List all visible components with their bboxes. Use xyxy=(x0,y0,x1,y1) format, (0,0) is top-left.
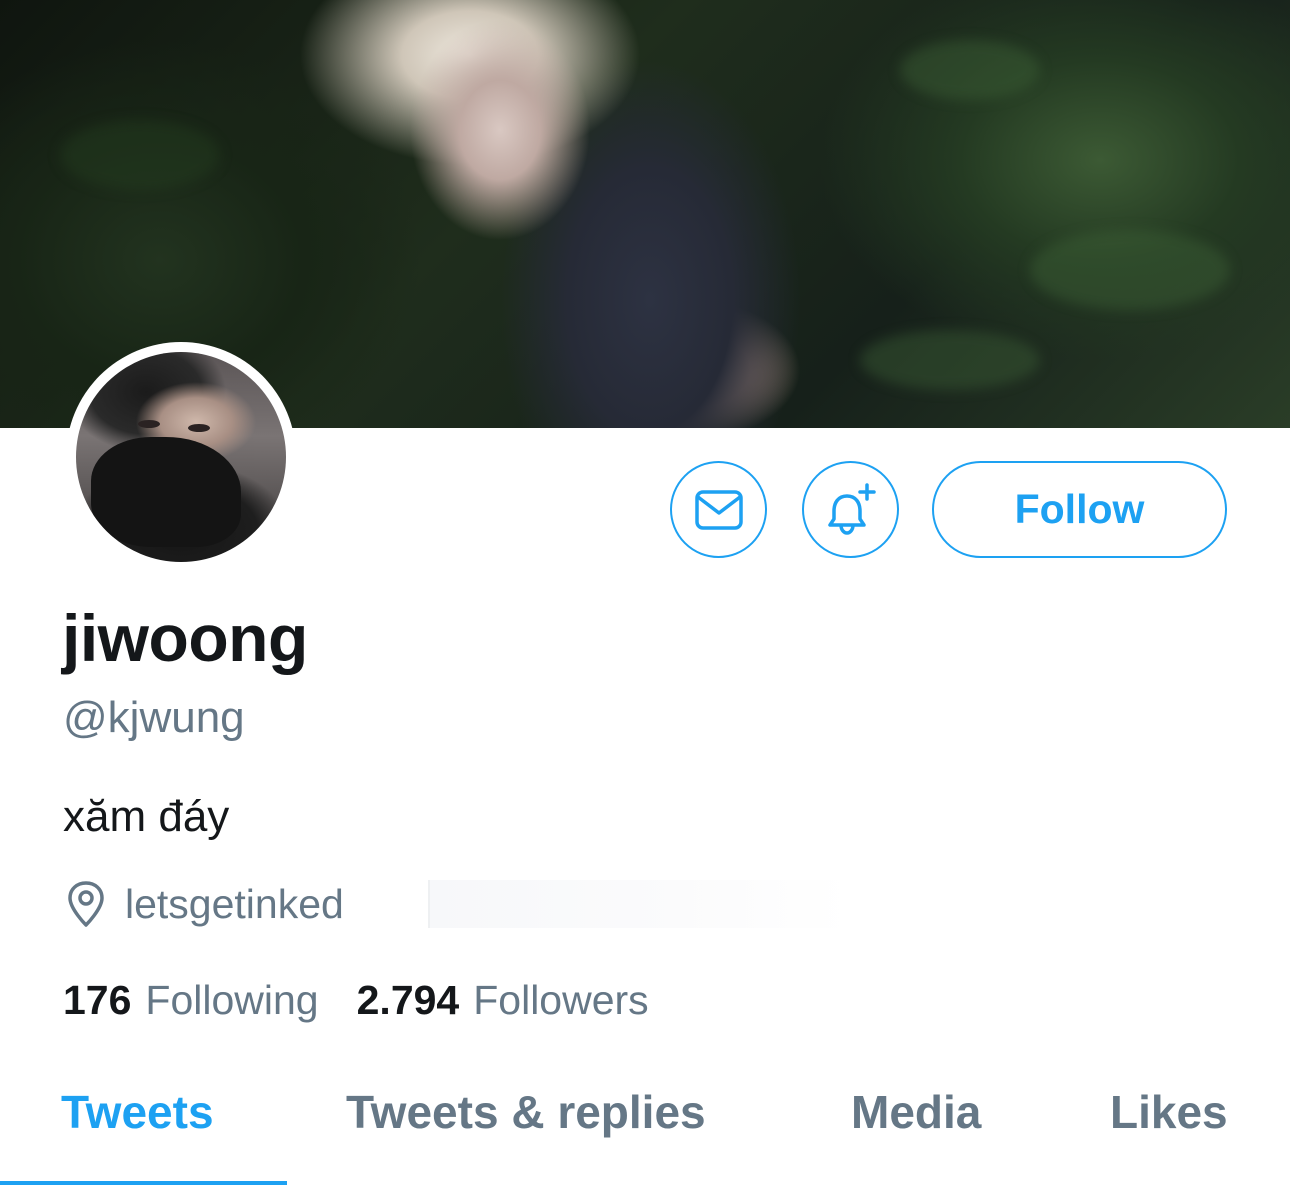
bell-plus-icon xyxy=(827,482,876,535)
mail-icon xyxy=(694,489,743,530)
profile-avatar[interactable] xyxy=(66,342,296,572)
tab-tweets[interactable]: Tweets xyxy=(61,1085,214,1139)
following-stat[interactable]: 176 Following xyxy=(63,977,319,1024)
profile-bio: xăm đáy xyxy=(63,792,230,841)
profile-location: letsgetinked xyxy=(63,876,344,932)
followers-stat[interactable]: 2.794 Followers xyxy=(357,977,649,1024)
message-button[interactable] xyxy=(670,461,767,558)
location-pin-icon xyxy=(63,879,109,929)
followers-count: 2.794 xyxy=(356,976,460,1023)
banner-foliage xyxy=(860,330,1040,390)
profile-page: Follow jiwoong @kjwung xăm đáy letsgetin… xyxy=(0,0,1290,1185)
following-count: 176 xyxy=(63,976,132,1023)
banner-foliage xyxy=(60,120,220,190)
following-label: Following xyxy=(145,976,319,1023)
avatar-detail xyxy=(188,424,210,432)
redacted-area xyxy=(428,880,850,928)
avatar-detail xyxy=(138,420,160,428)
profile-tabs: Tweets Tweets & replies Media Likes xyxy=(0,1055,1290,1185)
location-text: letsgetinked xyxy=(125,880,344,927)
banner-foliage xyxy=(900,40,1040,100)
tab-media[interactable]: Media xyxy=(851,1085,981,1139)
tab-tweets-and-replies[interactable]: Tweets & replies xyxy=(346,1085,706,1139)
user-handle: @kjwung xyxy=(63,693,245,742)
avatar-detail xyxy=(91,437,241,547)
tab-likes[interactable]: Likes xyxy=(1110,1085,1228,1139)
banner-foliage xyxy=(1030,230,1230,310)
display-name: jiwoong xyxy=(62,601,308,675)
follow-button[interactable]: Follow xyxy=(932,461,1227,558)
active-tab-indicator xyxy=(0,1181,287,1185)
follow-stats: 176 Following 2.794 Followers xyxy=(63,972,649,1028)
followers-label: Followers xyxy=(473,976,649,1023)
notifications-button[interactable] xyxy=(802,461,899,558)
avatar-image xyxy=(76,352,286,562)
